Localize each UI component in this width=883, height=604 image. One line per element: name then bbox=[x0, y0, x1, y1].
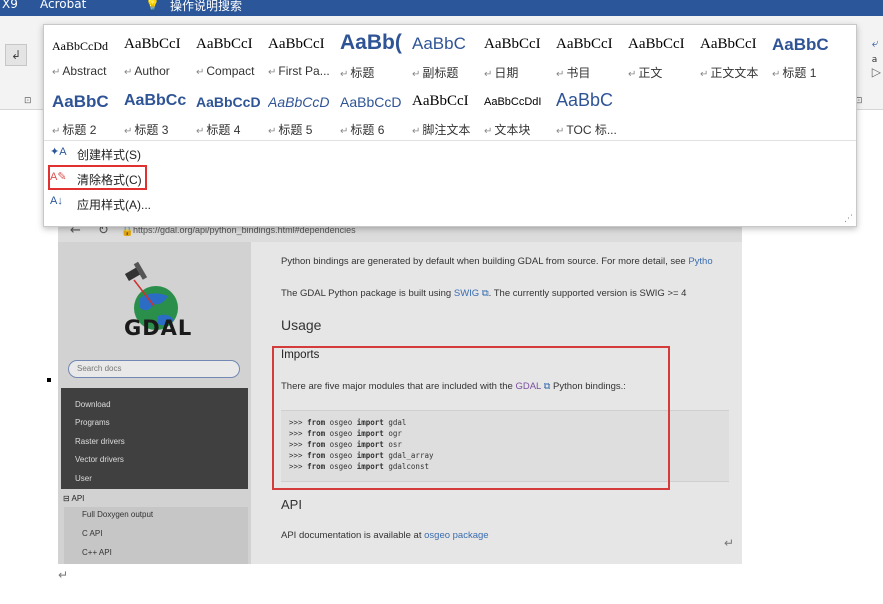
style-title[interactable]: AaBb(↵ 标题 bbox=[336, 29, 408, 83]
menu-divider bbox=[44, 140, 856, 141]
paragraph-mark-icon: ↵ bbox=[724, 536, 735, 550]
tab-acrobat[interactable]: Acrobat bbox=[40, 0, 86, 11]
style-date[interactable]: AaBbCcI ↵ 日期 bbox=[480, 29, 552, 83]
create-style-icon: ✦A bbox=[50, 146, 67, 158]
heading-usage: Usage bbox=[281, 317, 322, 333]
style-body-text[interactable]: AaBbCcI ↵ 正文文本 bbox=[696, 29, 768, 83]
nav-item-raster-drivers: Raster drivers bbox=[75, 437, 125, 446]
nav-item-doxygen: Full Doxygen output bbox=[82, 510, 154, 519]
styles-gallery-dropdown: AaBbCcDd ↵ Abstract AaBbCcI ↵ Author AaBbCcI… bbox=[43, 24, 857, 227]
nav-item-download: Download bbox=[75, 400, 111, 409]
style-heading-1[interactable]: AaBbC ↵ 标题 1 bbox=[768, 29, 840, 83]
search-docs-input: Search docs bbox=[68, 360, 240, 378]
lock-icon: 🔒 bbox=[121, 226, 134, 237]
create-style-menu-item[interactable]: ✦A 创建样式(S) bbox=[48, 143, 158, 165]
docs-sidebar: GDAL Search docs Download Programs Raste… bbox=[58, 242, 251, 564]
style-block-text[interactable]: AaBbCcDdI ↵ 文本块 bbox=[480, 86, 552, 140]
gdal-logo-text: GDAL bbox=[124, 316, 193, 340]
style-author[interactable]: AaBbCcI ↵ Author bbox=[120, 29, 192, 83]
style-normal[interactable]: AaBbCcI ↵ 正文 bbox=[624, 29, 696, 83]
paragraph-mark-icon: ↵ bbox=[58, 568, 69, 582]
nav-item-user: User bbox=[75, 474, 92, 483]
find-icon[interactable]: ⤶ a ▷ bbox=[872, 36, 881, 79]
style-heading-5[interactable]: AaBbCcD ↵ 标题 5 bbox=[264, 86, 336, 140]
style-heading-2[interactable]: AaBbC ↵ 标题 2 bbox=[48, 86, 120, 140]
docs-nav: Download Programs Raster drivers Vector … bbox=[61, 388, 248, 489]
nav-item-programs: Programs bbox=[75, 418, 110, 427]
ribbon-title-bar: X9 Acrobat 💡 操作说明搜索 bbox=[0, 0, 883, 16]
tab-x9[interactable]: X9 bbox=[2, 0, 18, 11]
style-compact[interactable]: AaBbCcI ↵ Compact bbox=[192, 29, 264, 83]
style-first-paragraph[interactable]: AaBbCcI ↵ First Pa... bbox=[264, 29, 336, 83]
paragraph-api-doc: API documentation is available at osgeo … bbox=[281, 530, 489, 541]
imports-highlight-box bbox=[272, 346, 670, 490]
api-subnav: Full Doxygen output C API C++ API bbox=[64, 507, 248, 564]
lightbulb-icon: 💡 bbox=[145, 0, 160, 11]
nav-item-api: ⊟ API bbox=[63, 494, 85, 503]
style-heading-3[interactable]: AaBbCc ↵ 标题 3 bbox=[120, 86, 192, 140]
resize-grip-icon[interactable]: ⋰ bbox=[844, 214, 853, 224]
nav-item-c-api: C API bbox=[82, 529, 103, 538]
paragraph-mark-button[interactable]: ↲ bbox=[5, 44, 27, 66]
tell-me-search[interactable]: 操作说明搜索 bbox=[170, 0, 242, 14]
dialog-launcher-icon[interactable]: ⊡ bbox=[24, 96, 32, 106]
external-link-icon: ⧉ bbox=[479, 288, 489, 299]
style-heading-6[interactable]: AaBbCcD ↵ 标题 6 bbox=[336, 86, 408, 140]
style-toc-heading[interactable]: AaBbC ↵ TOC 标... bbox=[552, 86, 624, 140]
style-abstract[interactable]: AaBbCcDd ↵ Abstract bbox=[48, 29, 120, 83]
apply-styles-menu-item[interactable]: A↓ 应用样式(A)... bbox=[48, 193, 158, 215]
style-heading-4[interactable]: AaBbCcD ↵ 标题 4 bbox=[192, 86, 264, 140]
paragraph-swig: The GDAL Python package is built using S… bbox=[281, 288, 687, 299]
heading-api: API bbox=[281, 497, 302, 512]
apply-style-icon: A↓ bbox=[50, 195, 63, 207]
paragraph-bindings: Python bindings are generated by default… bbox=[281, 256, 713, 267]
nav-item-vector-drivers: Vector drivers bbox=[75, 455, 124, 464]
style-footnote-text[interactable]: AaBbCcI ↵ 脚注文本 bbox=[408, 86, 480, 140]
clear-formatting-highlight-box bbox=[48, 165, 147, 190]
style-bibliography[interactable]: AaBbCcI ↵ 书目 bbox=[552, 29, 624, 83]
nav-item-cpp-api: C++ API bbox=[82, 548, 112, 557]
word-window: X9 Acrobat 💡 操作说明搜索 ↲ ⊡ ⊡ ⤶ a ▷ ← ↻ 🔒 http… bbox=[0, 0, 883, 604]
style-subtitle[interactable]: AaBbC ↵ 副标题 bbox=[408, 29, 480, 83]
bullet-icon bbox=[47, 378, 51, 382]
